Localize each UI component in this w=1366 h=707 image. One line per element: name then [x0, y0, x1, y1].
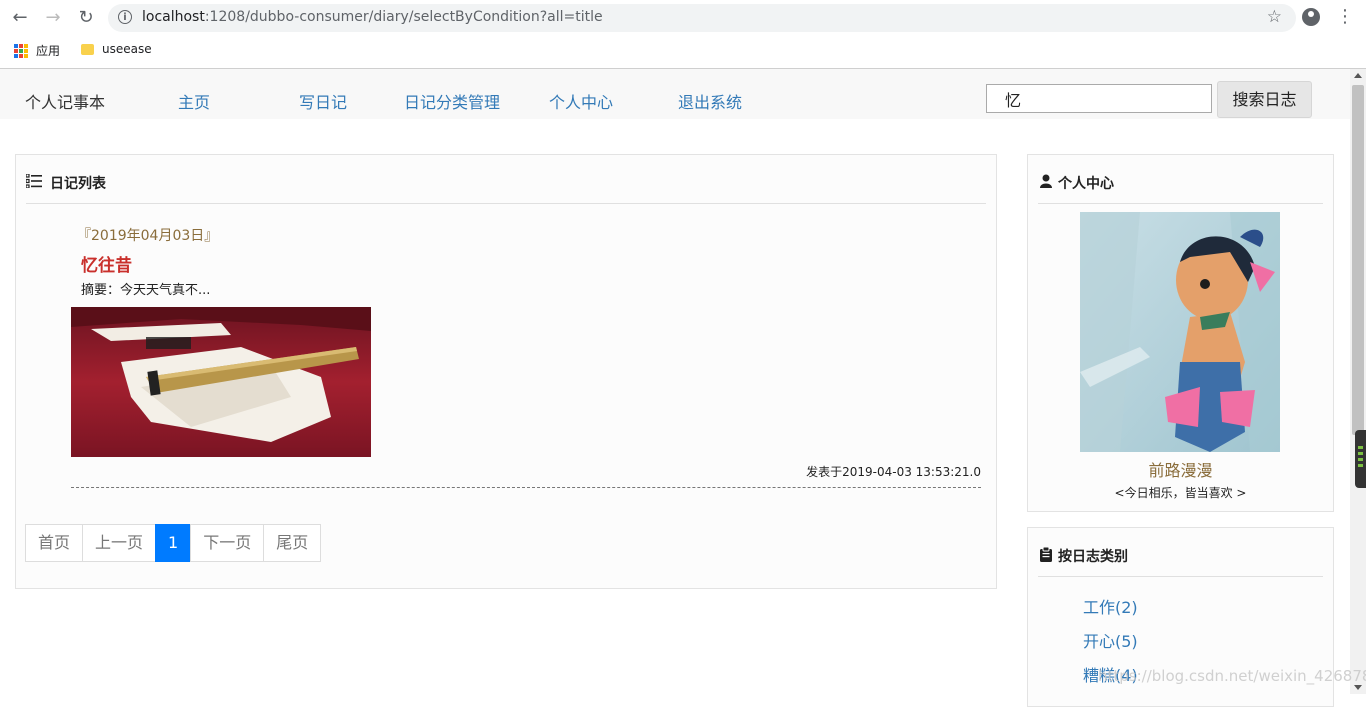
entry-thumbnail[interactable] — [71, 307, 371, 457]
entry-summary: 摘要：今天天气真不... — [81, 283, 211, 298]
menu-kebab-icon[interactable]: ⋮ — [1336, 6, 1354, 28]
page-last[interactable]: 尾页 — [263, 524, 322, 562]
forward-icon[interactable]: → — [41, 6, 65, 30]
list-icon — [25, 173, 42, 192]
bookmark-apps[interactable]: 应用 — [14, 42, 60, 59]
bookmark-label: useease — [102, 42, 152, 56]
entry-title-link[interactable]: 忆往昔 — [81, 251, 132, 276]
entry-date: 『2019年04月03日』 — [77, 228, 219, 244]
panel-header: 个人中心 — [1038, 155, 1323, 204]
clipboard-icon — [1040, 546, 1052, 566]
page-first[interactable]: 首页 — [25, 524, 84, 562]
nav-home[interactable]: 主页 — [178, 89, 210, 113]
user-icon — [1040, 174, 1052, 192]
category-link-work[interactable]: 工作(2) — [1083, 594, 1138, 618]
bookmark-useease[interactable]: useease — [81, 42, 152, 56]
nav-category-manage[interactable]: 日记分类管理 — [404, 89, 500, 113]
bookmark-star-icon[interactable]: ☆ — [1267, 7, 1282, 27]
url-text[interactable]: localhost:1208/dubbo-consumer/diary/sele… — [142, 9, 603, 25]
page: 个人记事本 主页 写日记 日记分类管理 个人中心 退出系统 搜索日志 日记列表 … — [0, 69, 1350, 707]
profile-nickname: 前路漫漫 — [1148, 461, 1213, 480]
panel-title: 按日志类别 — [1058, 549, 1128, 565]
bookmarks-bar: 应用 useease — [0, 38, 1366, 62]
side-widget-tab[interactable] — [1355, 430, 1366, 488]
pagination: 首页 上一页 1 下一页 尾页 — [25, 524, 322, 562]
account-icon[interactable] — [1302, 8, 1320, 26]
scroll-down-icon[interactable] — [1354, 685, 1362, 690]
page-scrollbar[interactable] — [1350, 69, 1366, 694]
nav-profile[interactable]: 个人中心 — [549, 89, 613, 113]
panel-title: 日记列表 — [50, 176, 106, 192]
top-navbar: 个人记事本 主页 写日记 日记分类管理 个人中心 退出系统 搜索日志 — [0, 69, 1350, 119]
entry-posted-time: 发表于2019-04-03 13:53:21.0 — [806, 465, 981, 479]
reload-icon[interactable]: ↻ — [74, 6, 98, 30]
nav-write-diary[interactable]: 写日记 — [299, 89, 347, 113]
bookmark-label: 应用 — [36, 44, 61, 58]
scroll-up-icon[interactable] — [1354, 73, 1362, 78]
entry-divider — [71, 487, 981, 488]
avatar — [1080, 212, 1280, 452]
address-bar[interactable]: i localhost:1208/dubbo-consumer/diary/se… — [108, 4, 1296, 32]
diary-list-panel: 日记列表 『2019年04月03日』 忆往昔 摘要：今天天气真不... 发表于2… — [15, 154, 997, 589]
apps-grid-icon — [14, 43, 28, 58]
profile-panel: 个人中心 前路漫漫 <今日相乐，皆当喜欢 > — [1027, 154, 1334, 512]
browser-chrome: ← → ↻ i localhost:1208/dubbo-consumer/di… — [0, 0, 1366, 69]
search-input[interactable] — [986, 84, 1212, 113]
page-next[interactable]: 下一页 — [190, 524, 265, 562]
nav-logout[interactable]: 退出系统 — [678, 89, 742, 113]
panel-header: 日记列表 — [25, 155, 986, 204]
page-prev[interactable]: 上一页 — [82, 524, 157, 562]
brand[interactable]: 个人记事本 — [25, 89, 105, 113]
info-icon[interactable]: i — [118, 10, 132, 24]
page-current[interactable]: 1 — [155, 524, 192, 562]
profile-motto: <今日相乐，皆当喜欢 > — [1114, 486, 1247, 500]
scroll-thumb[interactable] — [1352, 85, 1364, 435]
folder-icon — [81, 43, 94, 55]
back-icon[interactable]: ← — [8, 6, 32, 30]
panel-title: 个人中心 — [1058, 176, 1114, 192]
watermark: https://blog.csdn.net/weixin_42687829 — [1098, 667, 1366, 685]
search-button[interactable]: 搜索日志 — [1217, 81, 1312, 118]
panel-header: 按日志类别 — [1038, 528, 1323, 577]
category-link-happy[interactable]: 开心(5) — [1083, 628, 1138, 652]
